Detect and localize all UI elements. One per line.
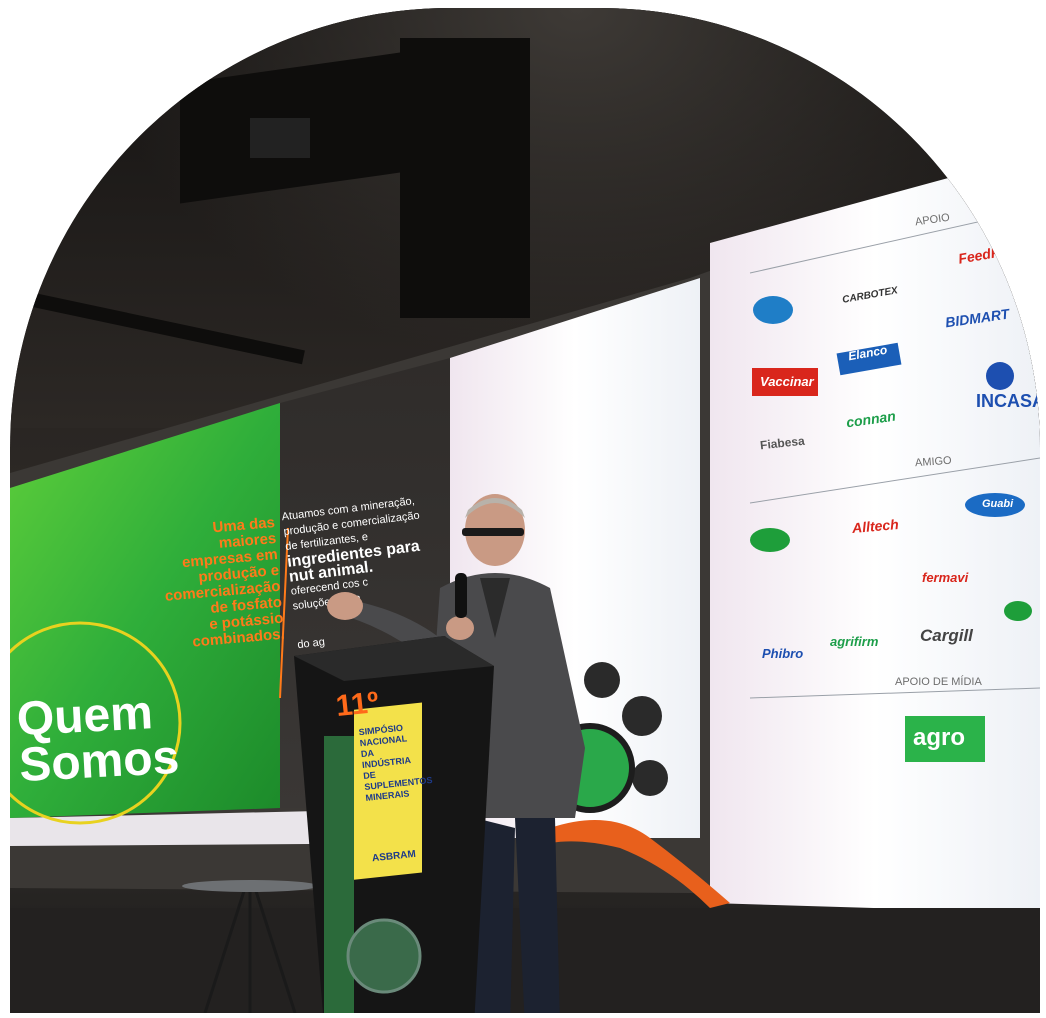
- sponsor-logo-green: [750, 528, 790, 552]
- slide-icon-circle: [632, 760, 668, 796]
- sponsor-section-midia: APOIO DE MÍDIA: [895, 676, 982, 688]
- handheld-mic: [455, 573, 467, 618]
- sponsor-section-amigo: AMIGO: [914, 454, 953, 470]
- sponsor-logo-phibro: Phibro: [762, 646, 804, 661]
- slide-headline: Uma das maiores empresas em produção e c…: [155, 514, 285, 653]
- podium-glass-left: [324, 736, 354, 1013]
- speaker-leg: [515, 818, 560, 1013]
- slide-title: Quem Somos: [15, 686, 181, 793]
- title-line: Somos: [17, 730, 181, 793]
- sponsor-logo-agrifirm: agrifirm: [830, 634, 879, 649]
- slide-icon-circle: [622, 696, 662, 736]
- podium-banner-number: 11º: [334, 685, 381, 724]
- photo-frame: Uma das maiores empresas em produção e c…: [10, 8, 1040, 1013]
- podium-logo-ring: [346, 918, 422, 994]
- sponsor-logo-agro: agro: [913, 724, 966, 751]
- sponsor-logo-cargill: Cargill: [920, 626, 973, 645]
- podium-banner-text: SIMPÓSIO NACIONAL DA INDÚSTRIA DE SUPLEM…: [358, 721, 433, 804]
- sponsor-logo-fermavi: fermavi: [922, 570, 969, 585]
- speaker-hand: [327, 592, 363, 620]
- podium-body: [294, 525, 496, 1013]
- sponsor-logo-incasa-mark: [986, 362, 1014, 390]
- sponsor-logo-blob: [753, 296, 793, 324]
- sponsor-logo-incasa: INCASA: [976, 391, 1040, 411]
- sponsor-logo-vaccinar: Vaccinar: [760, 374, 814, 389]
- speaker-glasses: [462, 528, 524, 536]
- sponsor-logo-guabi: Guabi: [982, 498, 1014, 510]
- podium: 11º SIMPÓSIO NACIONAL DA INDÚSTRIA DE SU…: [294, 525, 496, 1013]
- sponsor-logo-green2: [1004, 601, 1032, 621]
